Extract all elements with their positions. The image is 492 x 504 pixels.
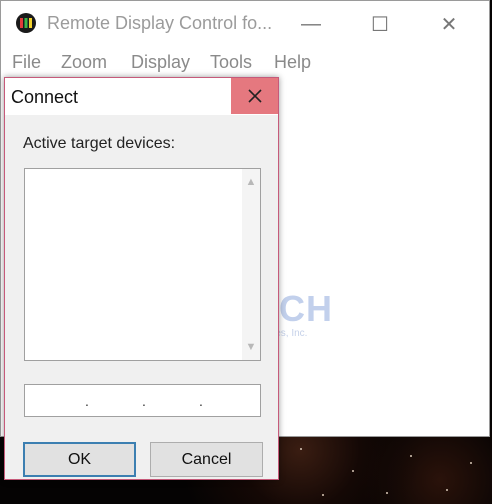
menu-help[interactable]: Help <box>274 52 311 73</box>
close-button[interactable]: ✕ <box>426 7 472 41</box>
ip-separator: . <box>85 393 89 409</box>
minimize-icon: — <box>301 12 321 35</box>
maximize-button[interactable]: ☐ <box>357 7 403 41</box>
window-title: Remote Display Control fo... <box>47 13 273 33</box>
dialog-title: Connect <box>11 87 79 107</box>
menu-zoom[interactable]: Zoom <box>61 52 107 73</box>
scroll-up-icon[interactable]: ▲ <box>242 173 260 191</box>
ok-button[interactable]: OK <box>23 442 136 477</box>
device-list-scrollbar[interactable]: ▲ ▼ <box>242 169 260 360</box>
star <box>300 448 302 450</box>
cancel-button[interactable]: Cancel <box>150 442 263 477</box>
menu-bar: File Zoom Display Tools Help <box>1 47 489 75</box>
menu-display[interactable]: Display <box>131 52 190 73</box>
scroll-down-icon[interactable]: ▼ <box>242 338 260 356</box>
menu-file[interactable]: File <box>12 52 41 73</box>
dialog-close-button[interactable] <box>231 78 278 114</box>
device-list[interactable]: ▲ ▼ <box>24 168 261 361</box>
menu-tools[interactable]: Tools <box>210 52 252 73</box>
ip-address-field[interactable]: . . . <box>24 384 261 417</box>
star <box>470 462 472 464</box>
devices-label: Active target devices: <box>23 135 176 152</box>
dialog-title-bar[interactable]: Connect <box>5 78 278 115</box>
app-icon <box>16 13 36 33</box>
ip-separator: . <box>199 393 203 409</box>
star <box>410 455 412 457</box>
star <box>352 470 354 472</box>
ip-separator: . <box>142 393 146 409</box>
star <box>446 489 448 491</box>
minimize-button[interactable]: — <box>288 7 334 41</box>
title-bar[interactable]: Remote Display Control fo... — ☐ ✕ <box>1 1 489 45</box>
connect-dialog: Connect Active target devices: ▲ ▼ . . .… <box>4 77 279 480</box>
close-icon <box>247 89 262 103</box>
maximize-icon: ☐ <box>371 13 389 36</box>
close-icon: ✕ <box>440 13 458 36</box>
star <box>386 492 388 494</box>
star <box>322 494 324 496</box>
